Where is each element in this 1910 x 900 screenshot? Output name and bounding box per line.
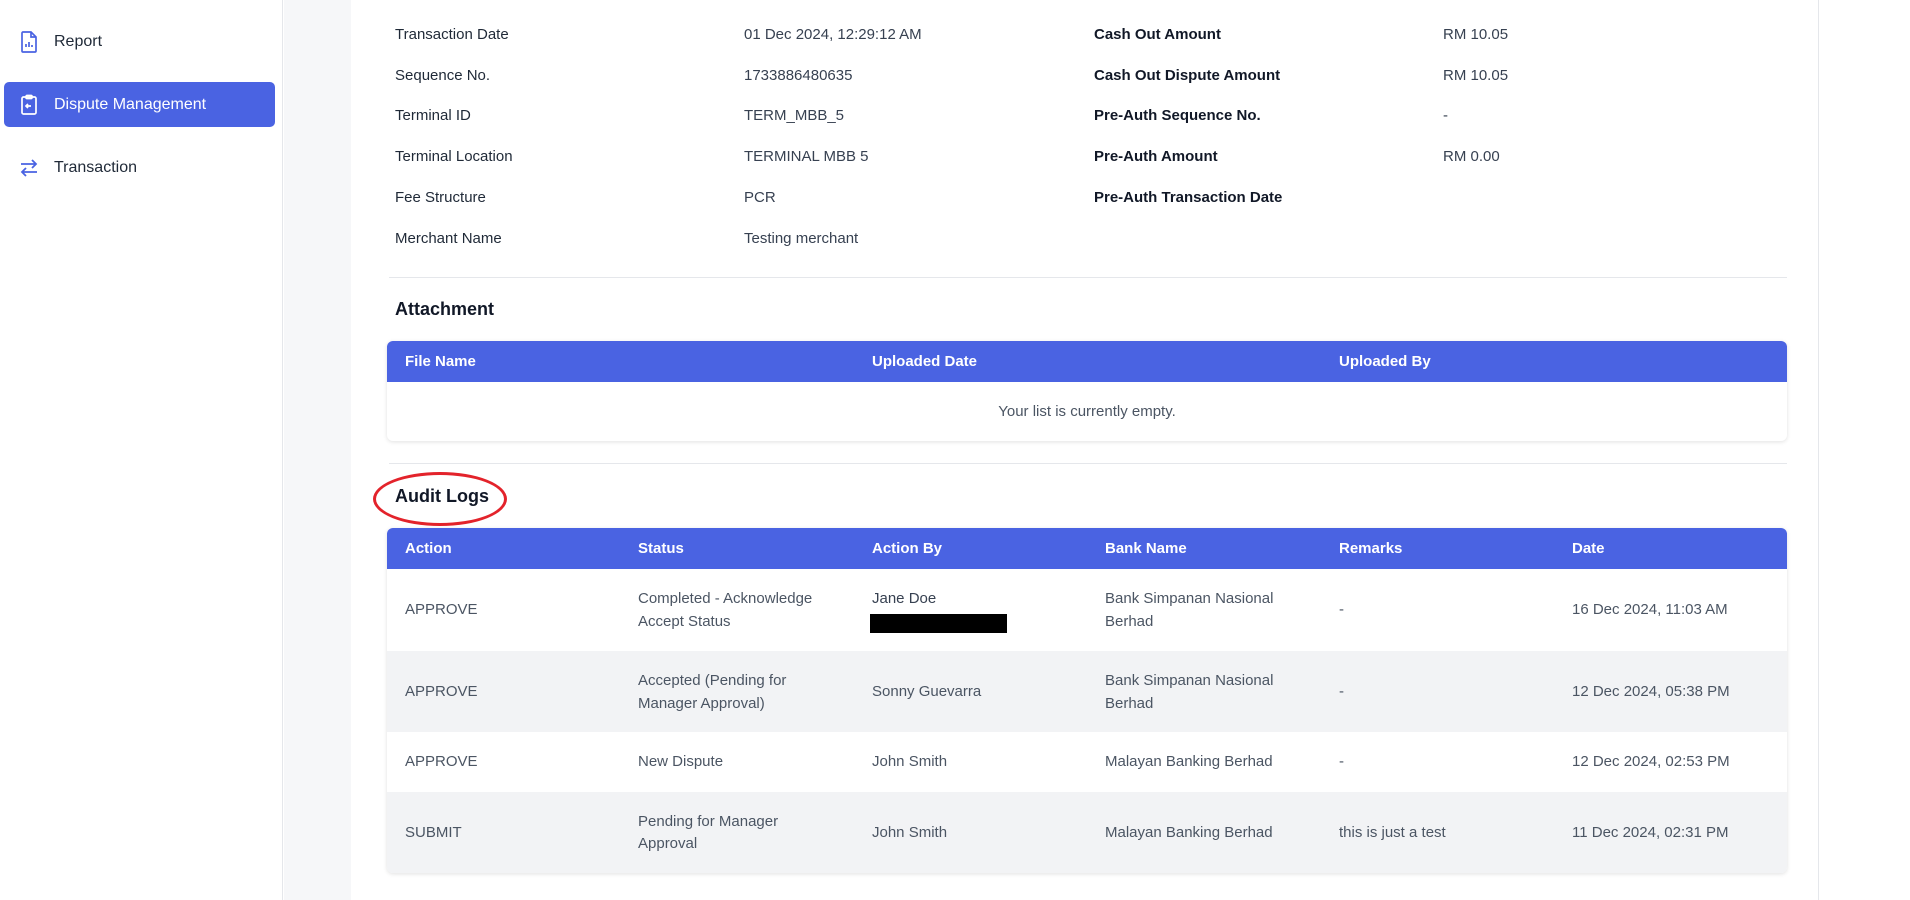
cell-date: 12 Dec 2024, 05:38 PM: [1572, 683, 1730, 700]
detail-value: RM 10.05: [1443, 26, 1509, 43]
detail-label: Terminal Location: [395, 148, 513, 165]
detail-value: RM 10.05: [1443, 67, 1509, 84]
cell-action: APPROVE: [405, 601, 478, 618]
cell-status: New Dispute: [638, 753, 724, 770]
cell-action-by: Sonny Guevarra: [872, 683, 982, 700]
cell-action: APPROVE: [405, 683, 478, 700]
cell-bank-name: Berhad: [1105, 613, 1154, 630]
cell-bank-name: Berhad: [1105, 695, 1154, 712]
cell-action-by: Jane Doe: [872, 590, 937, 607]
cell-status: Accepted (Pending for: [638, 672, 787, 689]
cell-remarks: this is just a test: [1339, 824, 1446, 841]
cell-date: 12 Dec 2024, 02:53 PM: [1572, 753, 1730, 770]
attachment-table-header: File Name Uploaded Date Uploaded By: [387, 341, 1787, 382]
cell-action: SUBMIT: [405, 824, 462, 841]
column-header-date[interactable]: Date: [1572, 540, 1605, 557]
column-header-action[interactable]: Action: [405, 540, 452, 557]
sidebar: Report Dispute Management Transaction: [0, 0, 283, 900]
detail-label: Fee Structure: [395, 189, 486, 206]
dispute-clipboard-icon: [14, 90, 44, 120]
cell-date: 16 Dec 2024, 11:03 AM: [1572, 601, 1728, 618]
audit-logs-table-header: Action Status Action By Bank Name Remark…: [387, 528, 1787, 569]
column-header-bank-name[interactable]: Bank Name: [1105, 540, 1187, 557]
column-header-status[interactable]: Status: [638, 540, 684, 557]
cell-action-by: John Smith: [872, 753, 948, 770]
detail-value: -: [1443, 107, 1448, 124]
attachment-table: File Name Uploaded Date Uploaded By Your…: [387, 341, 1787, 441]
right-gutter: [1818, 0, 1910, 900]
cell-remarks: -: [1339, 601, 1344, 618]
sidebar-item-label: Dispute Management: [54, 95, 207, 113]
detail-label: Merchant Name: [395, 230, 502, 247]
cell-bank-name: Malayan Banking Berhad: [1105, 824, 1273, 841]
column-header-uploaded-date[interactable]: Uploaded Date: [872, 353, 977, 370]
cell-status: Accept Status: [638, 613, 731, 630]
redacted-block: [870, 614, 1007, 633]
detail-label: Cash Out Dispute Amount: [1094, 67, 1281, 84]
detail-value: 01 Dec 2024, 12:29:12 AM: [744, 26, 922, 43]
cell-status: Completed - Acknowledge: [638, 590, 813, 607]
cell-bank-name: Bank Simpanan Nasional: [1105, 590, 1274, 607]
detail-label: Terminal ID: [395, 107, 471, 124]
cell-remarks: -: [1339, 683, 1344, 700]
transfer-arrows-icon: [14, 153, 44, 183]
sidebar-item-transaction[interactable]: Transaction: [4, 145, 275, 190]
cell-bank-name: Bank Simpanan Nasional: [1105, 672, 1274, 689]
report-icon: [14, 27, 44, 57]
column-header-action-by[interactable]: Action By: [872, 540, 942, 557]
detail-value: Testing merchant: [744, 230, 859, 247]
sidebar-item-report[interactable]: Report: [4, 19, 275, 64]
table-row: APPROVE Accepted (Pending for Manager Ap…: [387, 651, 1787, 732]
content-gutter: [284, 0, 351, 900]
cell-bank-name: Malayan Banking Berhad: [1105, 753, 1273, 770]
sidebar-item-label: Report: [54, 32, 103, 50]
dispute-detail-card: Transaction Date 01 Dec 2024, 12:29:12 A…: [351, 0, 1818, 900]
detail-label: Sequence No.: [395, 67, 491, 84]
audit-logs-table: Action Status Action By Bank Name Remark…: [387, 528, 1787, 873]
cell-date: 11 Dec 2024, 02:31 PM: [1572, 824, 1729, 841]
cell-status: Approval: [638, 835, 698, 852]
cell-remarks: -: [1339, 753, 1344, 770]
detail-value: PCR: [744, 189, 776, 206]
cell-status: Pending for Manager: [638, 813, 779, 830]
detail-label: Pre-Auth Transaction Date: [1094, 189, 1283, 206]
detail-value: 1733886480635: [744, 67, 853, 84]
detail-label: Pre-Auth Sequence No.: [1094, 107, 1261, 124]
column-header-uploaded-by[interactable]: Uploaded By: [1339, 353, 1431, 370]
table-row: SUBMIT Pending for Manager Approval John…: [387, 792, 1787, 873]
detail-value: TERM_MBB_5: [744, 107, 845, 124]
sidebar-item-label: Transaction: [54, 158, 137, 176]
detail-label: Pre-Auth Amount: [1094, 148, 1218, 165]
cell-action-by: John Smith: [872, 824, 948, 841]
detail-value: TERMINAL MBB 5: [744, 148, 869, 165]
empty-state: Your list is currently empty.: [998, 403, 1176, 420]
table-row: APPROVE Completed - Acknowledge Accept S…: [387, 569, 1787, 651]
sidebar-item-dispute-management[interactable]: Dispute Management: [4, 82, 275, 127]
column-header-remarks[interactable]: Remarks: [1339, 540, 1402, 557]
column-header-file-name[interactable]: File Name: [405, 353, 476, 370]
detail-label: Cash Out Amount: [1094, 26, 1221, 43]
audit-logs-title: Audit Logs: [395, 486, 489, 506]
table-row: APPROVE New Dispute John Smith Malayan B…: [387, 732, 1787, 792]
detail-label: Transaction Date: [395, 26, 509, 43]
cell-status: Manager Approval): [638, 695, 765, 712]
detail-value: RM 0.00: [1443, 148, 1500, 165]
attachment-title: Attachment: [395, 299, 495, 319]
section-divider: [389, 277, 1787, 278]
section-divider: [389, 463, 1787, 464]
cell-action: APPROVE: [405, 753, 478, 770]
